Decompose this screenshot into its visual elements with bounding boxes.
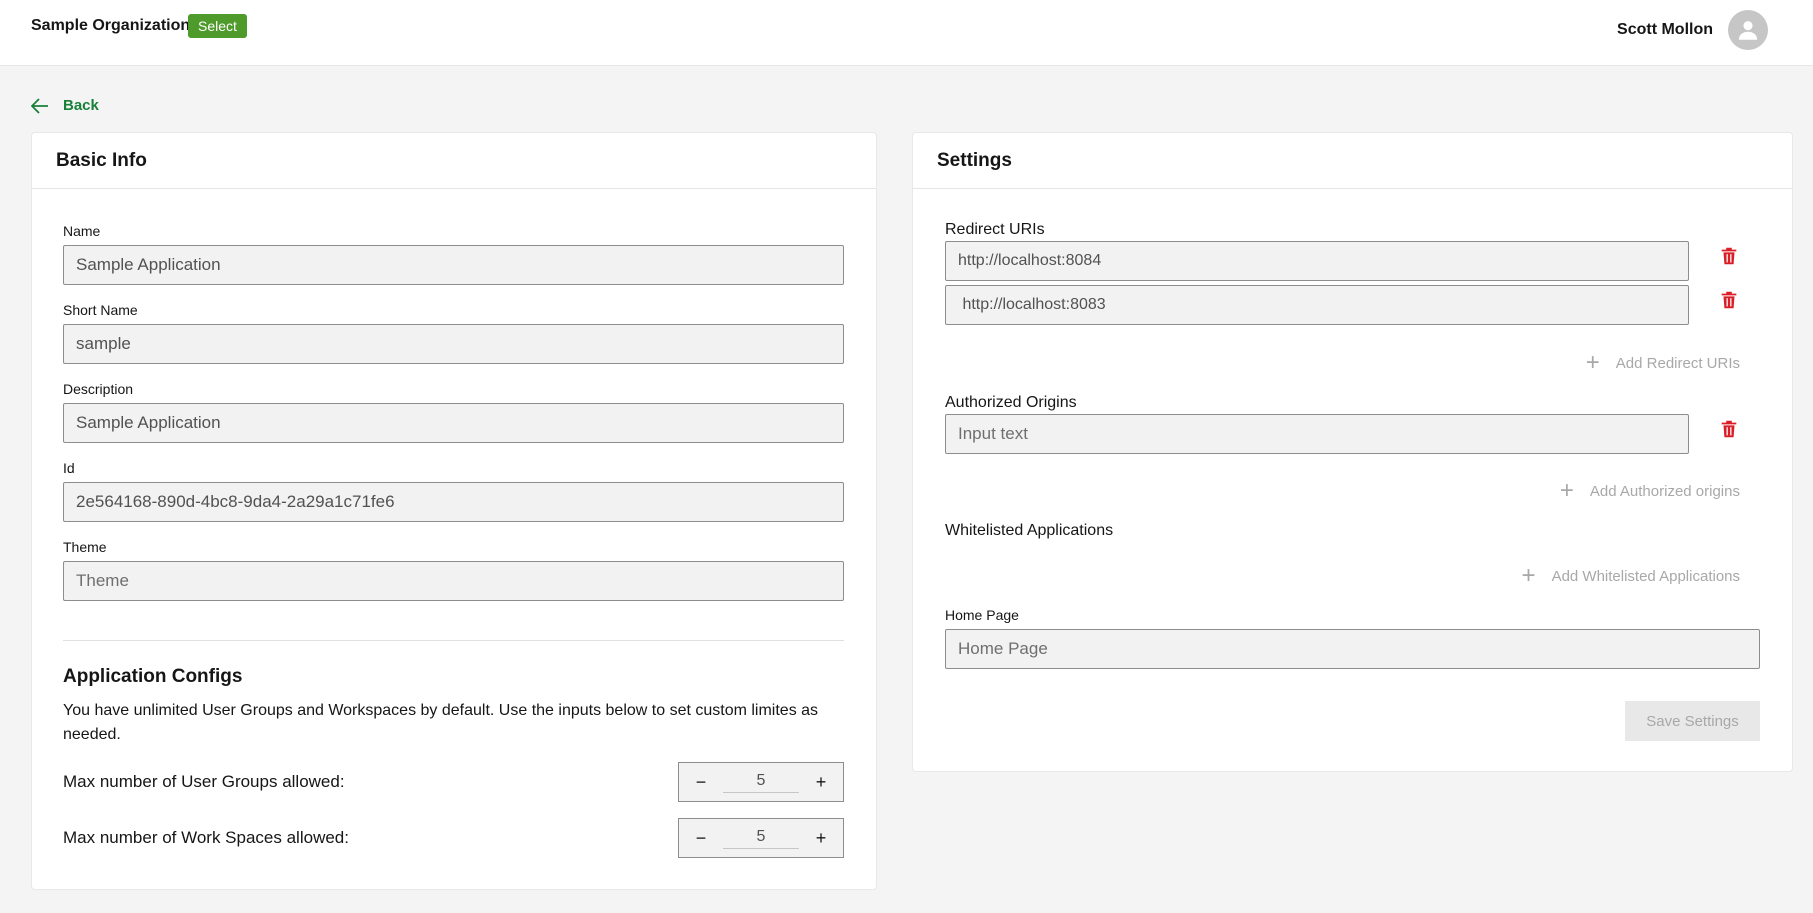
top-bar: Sample Organization Select Scott Mollon [0,0,1813,66]
increment-button[interactable]: + [813,828,829,849]
add-redirect-uris-button[interactable]: + Add Redirect URIs [1586,351,1740,375]
back-link[interactable]: Back [31,97,99,114]
basic-info-card: Basic Info Name Sample Application Short… [31,132,877,890]
name-field: Name Sample Application [63,223,844,285]
avatar[interactable] [1728,10,1768,50]
home-page-label: Home Page [945,607,1019,623]
decrement-button[interactable]: − [693,772,709,793]
short-name-label: Short Name [63,302,138,318]
basic-info-title: Basic Info [32,133,876,189]
authorized-origins-label: Authorized Origins [945,394,1077,411]
id-field: Id 2e564168-890d-4bc8-9da4-2a29a1c71fe6 [63,460,844,522]
description-label: Description [63,381,134,397]
theme-field: Theme Theme [63,539,844,601]
user-groups-limit-label: Max number of User Groups allowed: [63,772,345,791]
short-name-input[interactable]: sample [63,324,844,364]
work-spaces-limit-row: Max number of Work Spaces allowed: − 5 + [63,818,844,858]
decrement-button[interactable]: − [693,828,709,849]
back-label: Back [63,97,99,114]
whitelisted-applications-label: Whitelisted Applications [945,522,1114,539]
settings-title: Settings [913,133,1792,189]
description-field: Description Sample Application [63,381,844,443]
trash-icon[interactable] [1718,289,1740,311]
user-name: Scott Mollon [1617,21,1713,38]
plus-icon: + [1559,477,1574,504]
redirect-uri-input[interactable]: http://localhost:8083 [945,285,1689,325]
configs-title: Application Configs [63,666,243,687]
id-input[interactable]: 2e564168-890d-4bc8-9da4-2a29a1c71fe6 [63,482,844,522]
user-groups-stepper: − 5 + [678,762,844,802]
org-name: Sample Organization [31,17,191,34]
id-label: Id [63,460,75,476]
home-page-input[interactable]: Home Page [945,629,1760,669]
work-spaces-stepper: − 5 + [678,818,844,858]
add-authorized-origins-button[interactable]: + Add Authorized origins [1560,479,1740,503]
select-org-button[interactable]: Select [188,14,247,38]
short-name-field: Short Name sample [63,302,844,364]
increment-button[interactable]: + [813,772,829,793]
settings-card: Settings Redirect URIs http://localhost:… [912,132,1793,772]
trash-icon[interactable] [1718,418,1740,440]
theme-label: Theme [63,539,107,555]
configs-description: You have unlimited User Groups and Works… [63,702,819,743]
theme-input[interactable]: Theme [63,561,844,601]
redirect-uri-input[interactable]: http://localhost:8084 [945,241,1689,281]
plus-icon: + [1585,349,1600,376]
add-redirect-uris-label: Add Redirect URIs [1615,354,1740,372]
save-settings-button[interactable]: Save Settings [1625,701,1760,741]
work-spaces-limit-label: Max number of Work Spaces allowed: [63,828,349,847]
work-spaces-value[interactable]: 5 [723,828,799,849]
add-authorized-origins-label: Add Authorized origins [1589,482,1740,500]
arrow-left-icon [31,97,48,114]
name-label: Name [63,223,101,239]
add-whitelisted-applications-button[interactable]: + Add Whitelisted Applications [1522,564,1740,588]
section-divider [63,640,844,641]
name-input[interactable]: Sample Application [63,245,844,285]
user-groups-limit-row: Max number of User Groups allowed: − 5 + [63,762,844,802]
user-groups-value[interactable]: 5 [723,772,799,793]
user-icon [1738,21,1758,40]
plus-icon: + [1521,562,1536,589]
add-whitelisted-applications-label: Add Whitelisted Applications [1551,567,1740,585]
authorized-origin-input[interactable]: Input text [945,414,1689,454]
redirect-uris-label: Redirect URIs [945,221,1045,238]
trash-icon[interactable] [1718,245,1740,267]
description-input[interactable]: Sample Application [63,403,844,443]
